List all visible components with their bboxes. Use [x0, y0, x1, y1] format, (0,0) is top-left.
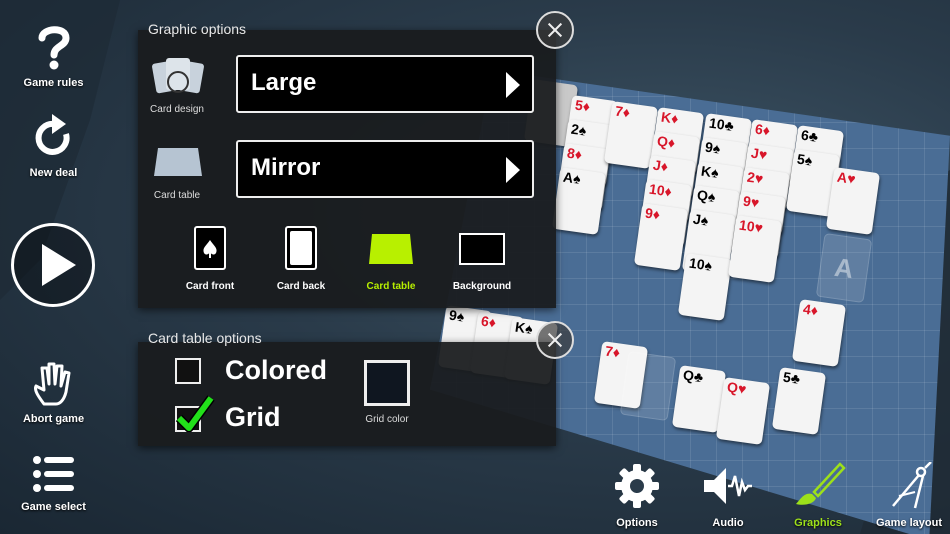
grid-color-label: Grid color — [365, 414, 409, 425]
card[interactable]: A♠ — [551, 167, 607, 235]
play-icon — [42, 244, 76, 286]
card-table-options-title: Card table options — [148, 330, 262, 346]
list-icon — [32, 456, 74, 492]
abort-game-button[interactable]: Abort game — [0, 360, 107, 425]
grid-color-swatch[interactable] — [364, 360, 410, 406]
card-design-label: Card design — [150, 104, 204, 115]
grid-checkbox[interactable] — [175, 395, 215, 432]
card[interactable]: 9♦ — [633, 203, 689, 271]
arrow-right-icon — [506, 72, 520, 98]
card-back-label: Card back — [276, 281, 326, 292]
game-layout-button[interactable]: Game layout — [864, 461, 950, 529]
graphic-options-title: Graphic options — [148, 21, 247, 37]
new-deal-button[interactable]: New deal — [0, 114, 107, 179]
options-button[interactable]: Options — [592, 462, 682, 529]
hand-icon — [33, 362, 70, 406]
foundation-card[interactable]: 5♣ — [771, 367, 827, 435]
background-icon — [459, 233, 505, 265]
close-card-table-options-button[interactable] — [536, 321, 574, 359]
card-front-label: Card front — [185, 281, 235, 292]
card-back-icon — [285, 226, 317, 270]
play-button[interactable] — [11, 223, 95, 307]
foundation-card[interactable]: A♥ — [825, 167, 881, 235]
game-rules-button[interactable]: Game rules — [0, 24, 107, 89]
card-table-tile-icon — [369, 234, 413, 264]
gear-icon — [615, 464, 659, 508]
audio-icon — [704, 468, 752, 504]
options-label: Options — [616, 517, 658, 529]
game-rules-label: Game rules — [23, 77, 84, 89]
card-table-selector[interactable]: Mirror — [236, 140, 534, 198]
foundation-slot[interactable]: A — [815, 232, 873, 304]
checkmark-icon — [175, 395, 215, 432]
card[interactable]: Q♥ — [715, 377, 771, 445]
graphics-label: Graphics — [794, 517, 842, 529]
card-table-value: Mirror — [251, 154, 321, 181]
card-table-icon — [154, 148, 202, 176]
paintbrush-icon — [796, 462, 846, 505]
card-design-selector[interactable]: Large — [236, 55, 534, 113]
game-select-button[interactable]: Game select — [0, 454, 107, 513]
card-table-tile[interactable]: Card table — [351, 226, 431, 292]
background-tile[interactable]: Background — [442, 226, 522, 292]
foundation-card[interactable]: 4♦ — [791, 299, 847, 367]
card-front-icon — [194, 226, 226, 270]
new-deal-label: New deal — [29, 167, 78, 179]
card-table-label: Card table — [153, 190, 201, 201]
background-label: Background — [452, 281, 512, 292]
question-mark-icon — [38, 26, 70, 70]
close-graphic-options-button[interactable] — [536, 11, 574, 49]
refresh-icon — [35, 114, 70, 155]
arrow-right-icon — [506, 157, 520, 183]
colored-label: Colored — [225, 355, 328, 385]
empty-slot[interactable] — [619, 350, 677, 422]
game-select-label: Game select — [21, 501, 86, 513]
compass-icon — [892, 461, 932, 509]
card-design-icon — [152, 58, 204, 94]
card-design-value: Large — [251, 69, 317, 96]
graphics-button[interactable]: Graphics — [773, 462, 863, 529]
grid-label: Grid — [225, 402, 281, 432]
card[interactable]: 10♠ — [677, 253, 733, 321]
audio-label: Audio — [712, 517, 744, 529]
game-layout-label: Game layout — [875, 517, 943, 529]
card[interactable]: 10♥ — [727, 215, 783, 283]
audio-button[interactable]: Audio — [683, 462, 773, 529]
card-front-tile[interactable]: Card front — [170, 226, 250, 292]
abort-game-label: Abort game — [22, 413, 85, 425]
card-table-tile-label: Card table — [366, 281, 416, 292]
card-back-tile[interactable]: Card back — [261, 226, 341, 292]
colored-checkbox[interactable] — [175, 358, 201, 384]
